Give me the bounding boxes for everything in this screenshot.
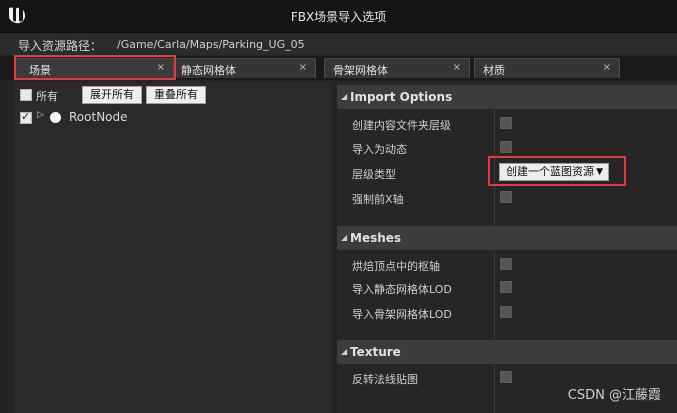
import-static-lod-checkbox[interactable] xyxy=(500,281,512,293)
section-import-options[interactable]: ◢ Import Options xyxy=(337,85,677,109)
tab-static-mesh-label: 静态网格体 xyxy=(181,64,236,77)
collapse-all-button[interactable]: 重叠所有 xyxy=(146,86,206,104)
invert-normal-label: 反转法线贴图 xyxy=(352,373,418,386)
collapse-triangle-icon: ◢ xyxy=(341,347,348,356)
force-x-label: 强制前X轴 xyxy=(352,193,404,206)
tab-skeletal-mesh-label: 骨架网格体 xyxy=(333,64,388,77)
scene-node-icon xyxy=(50,112,61,123)
watermark-text: CSDN @江藤霞 xyxy=(567,388,661,403)
section-texture[interactable]: ◢ Texture xyxy=(337,340,677,364)
import-path-value: /Game/Carla/Maps/Parking_UG_05 xyxy=(117,38,305,51)
expand-all-button[interactable]: 展开所有 xyxy=(82,86,142,104)
bake-pivot-checkbox[interactable] xyxy=(500,258,512,270)
dropdown-arrow-icon: ▼ xyxy=(596,167,603,177)
expand-arrow-icon[interactable]: ▷ xyxy=(37,110,44,120)
title-bar: FBX场景导入选项 xyxy=(0,0,677,33)
create-folder-checkbox[interactable] xyxy=(500,117,512,129)
column-divider xyxy=(494,107,495,227)
import-path-row: 导入资源路径： /Game/Carla/Maps/Parking_UG_05 xyxy=(0,33,677,55)
rootnode-checkbox[interactable] xyxy=(20,110,32,124)
hierarchy-type-value: 创建一个蓝图资源 xyxy=(506,165,594,178)
import-dynamic-label: 导入为动态 xyxy=(352,143,407,156)
section-meshes[interactable]: ◢ Meshes xyxy=(337,226,677,250)
window-title: FBX场景导入选项 xyxy=(290,10,387,24)
force-x-checkbox[interactable] xyxy=(500,191,512,203)
hierarchy-type-dropdown[interactable]: 创建一个蓝图资源 ▼ xyxy=(499,163,609,181)
section-texture-title: Texture xyxy=(350,345,401,359)
collapse-triangle-icon: ◢ xyxy=(341,233,348,242)
bake-pivot-label: 烘焙顶点中的枢轴 xyxy=(352,260,440,273)
close-icon[interactable]: × xyxy=(299,62,307,73)
column-divider xyxy=(494,251,495,339)
hierarchy-type-label: 层级类型 xyxy=(352,168,396,181)
scene-tree-panel xyxy=(14,82,332,413)
collapse-triangle-icon: ◢ xyxy=(341,92,348,101)
import-path-label: 导入资源路径： xyxy=(18,39,103,53)
import-static-lod-label: 导入静态网格体LOD xyxy=(352,283,452,296)
rootnode-label[interactable]: RootNode xyxy=(69,110,128,124)
select-all-label: 所有 xyxy=(36,90,58,103)
tab-material-label: 材质 xyxy=(483,64,505,77)
close-icon[interactable]: × xyxy=(603,62,611,73)
create-folder-label: 创建内容文件夹层级 xyxy=(352,119,451,132)
column-divider xyxy=(494,364,495,413)
select-all-checkbox[interactable] xyxy=(20,89,32,101)
tab-bar: 场景 × 静态网格体 × 骨架网格体 × 材质 × xyxy=(0,56,677,80)
close-icon[interactable]: × xyxy=(157,62,165,73)
tab-material[interactable]: 材质 × xyxy=(474,58,620,78)
tab-static-mesh[interactable]: 静态网格体 × xyxy=(174,58,316,78)
invert-normal-checkbox[interactable] xyxy=(500,371,512,383)
close-icon[interactable]: × xyxy=(453,62,461,73)
import-skeletal-lod-label: 导入骨架网格体LOD xyxy=(352,308,452,321)
section-import-options-title: Import Options xyxy=(350,90,453,104)
tab-scene-label: 场景 xyxy=(29,64,51,77)
tab-skeletal-mesh[interactable]: 骨架网格体 × xyxy=(324,58,470,78)
import-skeletal-lod-checkbox[interactable] xyxy=(500,306,512,318)
import-dynamic-checkbox[interactable] xyxy=(500,141,512,153)
section-meshes-title: Meshes xyxy=(350,231,402,245)
tab-scene[interactable]: 场景 × xyxy=(14,58,174,78)
